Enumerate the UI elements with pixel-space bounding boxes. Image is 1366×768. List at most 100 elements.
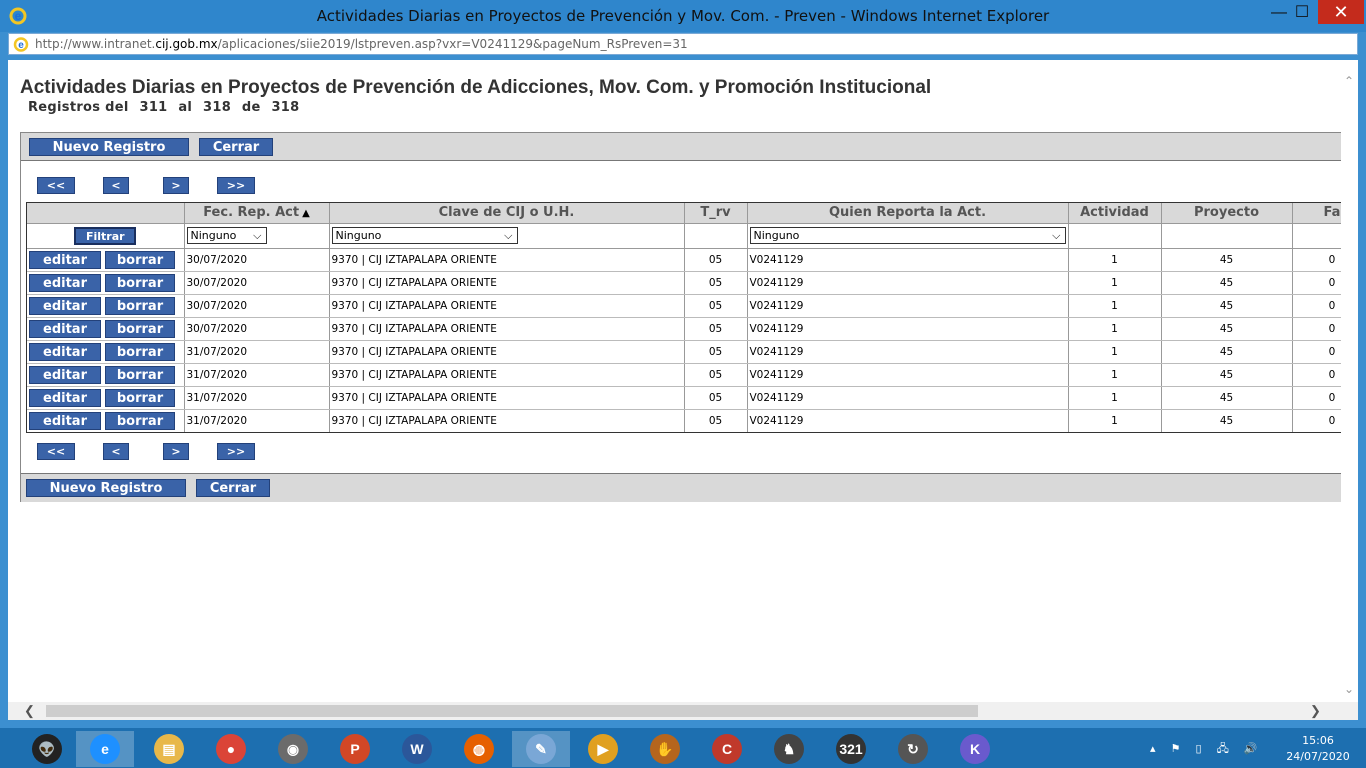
row-actions: editar borrar [27,386,185,410]
cell-proyecto: 45 [1161,363,1293,387]
nuevo-registro-button-bottom[interactable]: Nuevo Registro [26,479,186,497]
editar-button[interactable]: editar [29,296,101,315]
maximize-button[interactable]: ☐ [1285,0,1319,28]
scroll-up-icon[interactable]: ⌃ [1344,74,1354,88]
nuevo-registro-button-top[interactable]: Nuevo Registro [29,138,189,156]
table-row: editar borrar 30/07/2020 9370 | CIJ IZTAPAL… [27,317,1350,341]
file-explorer-icon: ▤ [154,734,184,764]
col-header-clave[interactable]: Clave de CIJ o U.H. [329,203,685,224]
cell-trv: 05 [684,294,748,318]
cell-actividad: 1 [1068,340,1162,364]
col-header-trv[interactable]: T_rv [684,203,748,224]
pager-last-button-top[interactable]: >> [217,177,255,194]
scroll-left-icon[interactable]: ❮ [24,703,35,719]
cell-clave: 9370 | CIJ IZTAPALAPA ORIENTE [329,317,685,341]
quien-filter-value: Ninguno [753,229,800,242]
cell-trv: 05 [684,340,748,364]
quien-filter-select[interactable]: Ninguno ⌵ [749,227,1066,244]
editar-button[interactable]: editar [29,411,101,430]
taskbar-button[interactable]: 👽 [18,731,76,767]
cell-clave: 9370 | CIJ IZTAPALAPA ORIENTE [329,294,685,318]
vertical-scrollbar[interactable]: ⌃ ⌄ [1341,60,1358,702]
scroll-right-icon[interactable]: ❯ [1310,703,1321,719]
records-grid: Fec. Rep. Act ▲ Clave de CIJ o U.H. T_rv … [26,202,1350,433]
pager-prev-button-bottom[interactable]: < [103,443,129,460]
editar-button[interactable]: editar [29,273,101,292]
taskbar-button[interactable]: ♞ [760,731,818,767]
borrar-button[interactable]: borrar [105,319,175,338]
calendar-321-icon: 321 [836,734,866,764]
paint-icon: ✎ [526,734,556,764]
filter-row: Filtrar Ninguno ⌵ Ninguno ⌵ Ninguno ⌵ [27,223,1350,249]
borrar-button[interactable]: borrar [105,296,175,315]
pager-last-button-bottom[interactable]: >> [217,443,255,460]
row-actions: editar borrar [27,317,185,341]
taskbar-button[interactable]: P [326,731,384,767]
borrar-button[interactable]: borrar [105,273,175,292]
filtrar-button[interactable]: Filtrar [74,226,137,245]
pager-next-button-top[interactable]: > [163,177,189,194]
clave-filter-select[interactable]: Ninguno ⌵ [331,227,518,244]
cell-fecha: 30/07/2020 [184,271,330,295]
taskbar-button[interactable]: ✋ [636,731,694,767]
clave-filter-value: Ninguno [335,229,382,242]
taskbar-clock[interactable]: 15:06 24/07/2020 [1278,733,1358,765]
editar-button[interactable]: editar [29,342,101,361]
col-header-proyecto[interactable]: Proyecto [1161,203,1293,224]
borrar-button[interactable]: borrar [105,342,175,361]
borrar-button[interactable]: borrar [105,388,175,407]
video-player-icon: ▶ [588,734,618,764]
taskbar-button[interactable]: C [698,731,756,767]
taskbar-button[interactable]: W [388,731,446,767]
pager-first-button-top[interactable]: << [37,177,75,194]
col-header-actions [27,203,185,224]
col-header-actividad[interactable]: Actividad [1068,203,1162,224]
taskbar-button[interactable]: 321 [822,731,880,767]
table-row: editar borrar 31/07/2020 9370 | CIJ IZTAPAL… [27,363,1350,387]
cerrar-button-bottom[interactable]: Cerrar [196,479,270,497]
horizontal-scrollbar[interactable]: ❮ ❯ [8,702,1358,720]
chevron-down-icon: ⌵ [253,229,262,242]
taskbar-button[interactable]: K [946,731,1004,767]
borrar-button[interactable]: borrar [105,365,175,384]
cell-proyecto: 45 [1161,317,1293,341]
page-title: Actividades Diarias en Proyectos de Prev… [20,77,932,98]
scroll-down-icon[interactable]: ⌄ [1344,682,1354,696]
records-prefix: Registros del [28,100,129,115]
horizontal-scroll-thumb[interactable] [46,705,978,717]
editar-button[interactable]: editar [29,319,101,338]
pager-prev-button-top[interactable]: < [103,177,129,194]
pager-first-button-bottom[interactable]: << [37,443,75,460]
pager-next-button-bottom[interactable]: > [163,443,189,460]
table-row: editar borrar 30/07/2020 9370 | CIJ IZTAPAL… [27,271,1350,295]
taskbar-button[interactable]: ▶ [574,731,632,767]
records-de: de [241,100,261,115]
address-url[interactable]: http://www.intranet.cij.gob.mx/aplicacio… [35,37,688,51]
row-actions: editar borrar [27,294,185,318]
system-tray-icons[interactable]: ▴ ⚑ ▯ 🖧 🔊 [1150,740,1264,768]
clock-time: 15:06 [1302,734,1334,747]
taskbar-button[interactable]: ✎ [512,731,570,767]
address-bar[interactable]: e http://www.intranet.cij.gob.mx/aplicac… [8,33,1358,55]
taskbar-button[interactable]: ◍ [450,731,508,767]
taskbar-button[interactable]: ↻ [884,731,942,767]
table-row: editar borrar 31/07/2020 9370 | CIJ IZTAPAL… [27,340,1350,364]
borrar-button[interactable]: borrar [105,411,175,430]
col-header-quien[interactable]: Quien Reporta la Act. [747,203,1069,224]
filter-cell-fecha: Ninguno ⌵ [184,223,330,249]
cell-proyecto: 45 [1161,409,1293,432]
cerrar-button-top[interactable]: Cerrar [199,138,273,156]
filter-cell-quien: Ninguno ⌵ [747,223,1069,249]
fecha-filter-select[interactable]: Ninguno ⌵ [186,227,267,244]
editar-button[interactable]: editar [29,388,101,407]
editar-button[interactable]: editar [29,365,101,384]
taskbar-button[interactable]: ◉ [264,731,322,767]
taskbar-button[interactable]: ● [202,731,260,767]
taskbar-button[interactable]: e [76,731,134,767]
close-window-button[interactable]: ✕ [1318,0,1364,24]
editar-button[interactable]: editar [29,250,101,269]
col-header-fecha[interactable]: Fec. Rep. Act ▲ [184,203,330,224]
taskbar-button[interactable]: ▤ [140,731,198,767]
cell-fecha: 31/07/2020 [184,409,330,432]
borrar-button[interactable]: borrar [105,250,175,269]
